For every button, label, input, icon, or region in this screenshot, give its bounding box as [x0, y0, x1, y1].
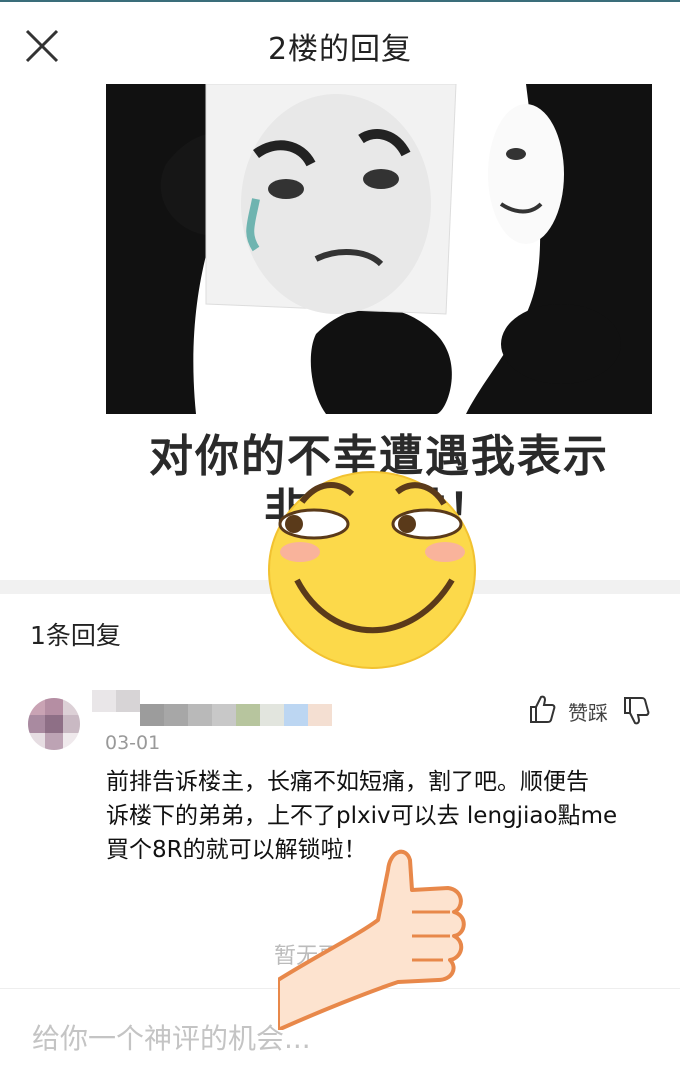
thumbs-down-icon[interactable] — [622, 696, 650, 726]
comment-input-placeholder[interactable]: 给你一个神评的机会... — [32, 1017, 311, 1057]
comment-line: 诉楼下的弟弟，上不了plxiv可以去 lengjiao點me — [106, 803, 618, 829]
comment-line: 前排告诉楼主，长痛不如短痛，割了吧。顺便告 — [106, 769, 589, 795]
header: 2楼的回复 — [0, 0, 680, 84]
comment-input[interactable]: 给你一个神评的机会... — [0, 988, 680, 1075]
comment-text: 前排告诉楼主，长痛不如短痛，割了吧。顺便告 诉楼下的弟弟，上不了plxiv可以去… — [106, 765, 656, 867]
comment-date: 03-01 — [105, 732, 161, 754]
username-mosaic[interactable] — [92, 682, 332, 730]
avatar[interactable] — [28, 698, 80, 750]
meme-image[interactable]: 对你的不幸遭遇我表示 非常难过！ — [106, 84, 652, 534]
section-divider — [0, 580, 680, 594]
comment-line: 買个8R的就可以解锁啦！ — [106, 837, 367, 863]
reply-count: 1条回复 — [30, 621, 121, 650]
panda-meme-art — [106, 84, 652, 414]
like-dislike-label[interactable]: 赞踩 — [568, 697, 608, 726]
meme-caption-line2: 非常难过！ — [264, 485, 494, 534]
page-title: 2楼的回复 — [267, 32, 413, 67]
no-more-replies: 暂无更多回复 — [273, 944, 406, 969]
thumbs-up-icon[interactable] — [528, 694, 556, 724]
